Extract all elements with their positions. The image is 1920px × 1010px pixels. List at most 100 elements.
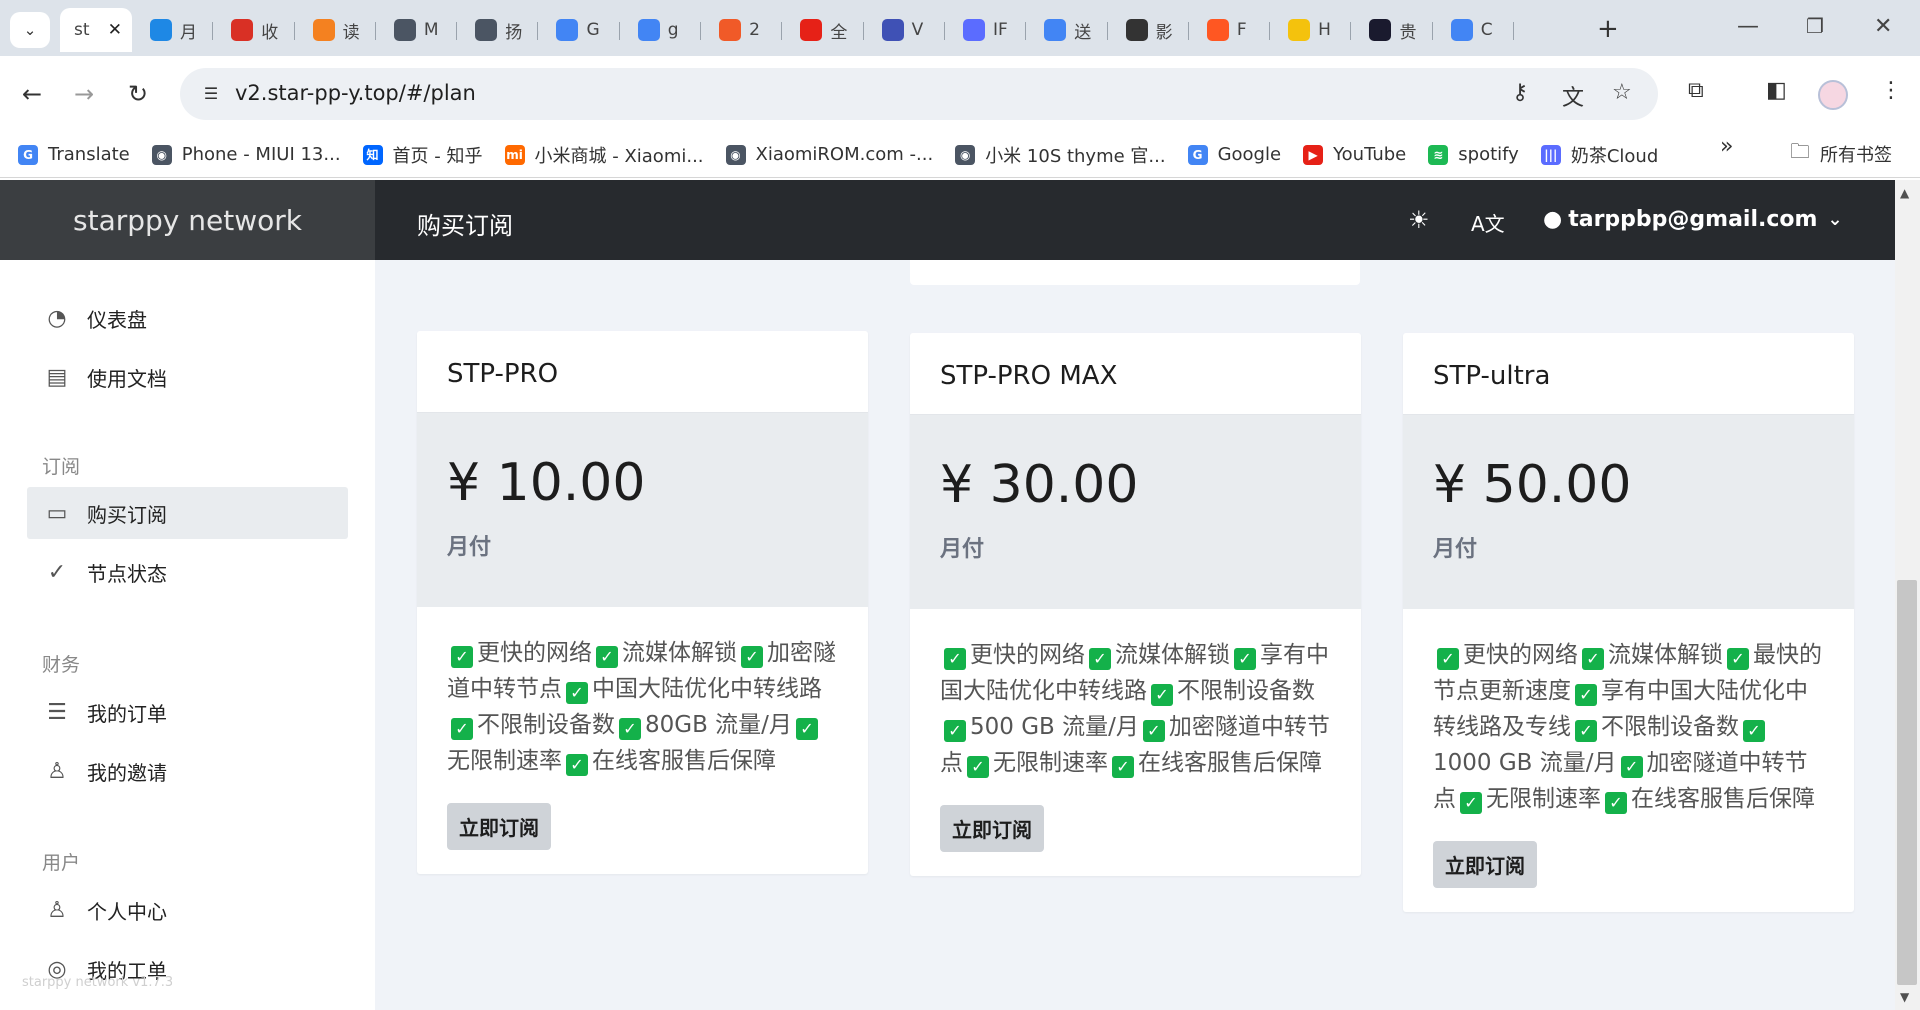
browser-tab[interactable]: 全 bbox=[782, 8, 864, 52]
bookmark-label: Phone - MIUI 13... bbox=[181, 144, 341, 165]
user-menu[interactable]: ● tarppbp@gmail.com ⌄ bbox=[1543, 207, 1843, 232]
scrollbar-thumb[interactable] bbox=[1897, 580, 1917, 985]
tab-label: 影 bbox=[1155, 22, 1173, 43]
password-key-icon[interactable]: ⚷ bbox=[1512, 80, 1528, 105]
bookmarks-overflow-icon[interactable]: » bbox=[1720, 134, 1733, 159]
previous-plan-card-bottom bbox=[910, 260, 1360, 285]
bookmark-label: XiaomiROM.com -... bbox=[755, 144, 934, 165]
checkmark-icon: ✓ bbox=[1437, 648, 1459, 670]
sidebar-item-docs[interactable]: ▤ 使用文档 bbox=[27, 351, 348, 403]
checkmark-icon: ✓ bbox=[1605, 792, 1627, 814]
menu-kebab-icon[interactable]: ⋮ bbox=[1880, 78, 1902, 103]
book-icon: ▤ bbox=[46, 364, 68, 390]
browser-tab[interactable]: M bbox=[376, 8, 458, 52]
browser-tab[interactable]: 收 bbox=[213, 8, 295, 52]
feature-text: 不限制设备数 bbox=[477, 712, 615, 738]
feature-text: 流媒体解锁 bbox=[1115, 642, 1230, 668]
app-brand[interactable]: starppy network bbox=[0, 180, 375, 260]
sidebar-item-profile[interactable]: ♙ 个人中心 bbox=[27, 884, 348, 936]
browser-tab[interactable]: G bbox=[538, 8, 620, 52]
browser-tab[interactable]: 贵 bbox=[1351, 8, 1433, 52]
profile-avatar[interactable] bbox=[1818, 80, 1848, 110]
browser-tab[interactable]: 影 bbox=[1108, 8, 1189, 52]
forward-button[interactable]: → bbox=[74, 80, 94, 108]
sidebar-item-buy-subscription[interactable]: ▭ 购买订阅 bbox=[27, 487, 348, 539]
url-text[interactable]: v2.star-pp-y.top/#/plan bbox=[235, 81, 476, 105]
subscribe-button[interactable]: 立即订阅 bbox=[447, 803, 551, 850]
bookmark-label: 小米商城 - Xiaomi... bbox=[534, 145, 704, 167]
all-bookmarks-folder[interactable]: 🗀 所有书签 bbox=[1790, 137, 1892, 171]
browser-tab[interactable]: C bbox=[1433, 8, 1515, 52]
checkmark-icon: ✓ bbox=[1234, 648, 1256, 670]
tab-label: IF bbox=[992, 20, 1008, 40]
browser-tab[interactable]: V bbox=[864, 8, 945, 52]
bookmark-item[interactable]: ◉ 小米 10S thyme 官... bbox=[955, 142, 1166, 168]
minimize-button[interactable]: — bbox=[1737, 14, 1759, 39]
bookmark-label: Google bbox=[1217, 144, 1282, 165]
tab-label: G bbox=[586, 20, 600, 40]
browser-tab[interactable]: 读 bbox=[295, 8, 376, 52]
sidebar-item-dashboard[interactable]: ◔ 仪表盘 bbox=[27, 292, 348, 344]
checkmark-icon: ✓ bbox=[1142, 720, 1165, 742]
sidebar-item-node-status[interactable]: ✓ 节点状态 bbox=[27, 546, 348, 598]
plan-price-block: ¥ 10.00 月付 bbox=[417, 413, 868, 607]
language-switch-icon[interactable]: A文 bbox=[1471, 208, 1505, 237]
page-title: 购买订阅 bbox=[417, 212, 513, 240]
bookmark-favicon-icon: G bbox=[18, 144, 38, 165]
bookmark-favicon-icon: G bbox=[1187, 144, 1208, 165]
browser-tab[interactable]: F bbox=[1189, 8, 1271, 52]
browser-tab[interactable]: 2 bbox=[701, 8, 783, 52]
tab-label: F bbox=[1236, 20, 1247, 40]
scroll-down-arrow-icon[interactable]: ▼ bbox=[1900, 990, 1909, 1004]
close-tab-icon[interactable]: ✕ bbox=[108, 20, 122, 40]
subscribe-button[interactable]: 立即订阅 bbox=[1433, 841, 1537, 888]
browser-tab[interactable]: g bbox=[620, 8, 702, 52]
scroll-up-arrow-icon[interactable]: ▲ bbox=[1900, 186, 1909, 200]
checkmark-icon: ✓ bbox=[1089, 648, 1111, 670]
new-tab-button[interactable]: + bbox=[1597, 14, 1619, 44]
browser-tab[interactable]: 送 bbox=[1026, 8, 1108, 52]
translate-icon[interactable]: 文 bbox=[1562, 80, 1584, 112]
bookmark-item[interactable]: 知首页 - 知乎 bbox=[362, 142, 483, 168]
chevron-down-icon: ⌄ bbox=[23, 21, 37, 39]
extensions-icon[interactable]: ⧉ bbox=[1688, 78, 1704, 103]
bookmark-star-icon[interactable]: ☆ bbox=[1612, 80, 1632, 105]
site-info-icon[interactable]: ☰ bbox=[198, 81, 224, 107]
user-email: tarppbp@gmail.com bbox=[1568, 207, 1818, 232]
browser-tab[interactable]: IF bbox=[945, 8, 1027, 52]
close-window-button[interactable]: ✕ bbox=[1874, 14, 1892, 39]
address-bar[interactable]: ☰ v2.star-pp-y.top/#/plan ⚷ 文 ☆ bbox=[180, 68, 1658, 120]
tab-active[interactable]: st ✕ bbox=[60, 8, 132, 52]
bookmark-item[interactable]: ||| 奶茶Cloud bbox=[1540, 142, 1658, 168]
bookmark-item[interactable]: ◉ Phone - MIUI 13... bbox=[151, 144, 341, 165]
reload-button[interactable]: ↻ bbox=[128, 80, 148, 108]
tab-favicon-icon bbox=[1450, 19, 1473, 41]
side-panel-icon[interactable]: ◧ bbox=[1766, 78, 1787, 103]
main-content: STP-PRO ¥ 10.00 月付 ✓ 更快的网络 ✓ 流媒体解锁 ✓ 加密隧道中转节点… bbox=[375, 260, 1895, 1010]
tab-favicon-icon bbox=[719, 19, 742, 41]
plan-name: STP-PRO MAX bbox=[910, 333, 1361, 415]
bookmark-item[interactable]: mi 小米商城 - Xiaomi... bbox=[504, 142, 704, 168]
bookmark-item[interactable]: ≋ spotify bbox=[1428, 144, 1519, 165]
subscribe-button[interactable]: 立即订阅 bbox=[940, 805, 1044, 852]
feature-text: 不限制设备数 bbox=[1601, 714, 1739, 740]
tab-search-button[interactable]: ⌄ bbox=[10, 12, 50, 48]
bookmark-item[interactable]: ◉ XiaomiROM.com -... bbox=[725, 144, 934, 165]
browser-tab[interactable]: 扬 bbox=[457, 8, 539, 52]
sidebar-heading-finance: 财务 bbox=[42, 654, 81, 676]
theme-toggle-icon[interactable]: ☀ bbox=[1408, 206, 1430, 234]
sidebar-item-invites[interactable]: ♙ 我的邀请 bbox=[27, 745, 348, 797]
browser-tab[interactable]: H bbox=[1270, 8, 1352, 52]
restore-button[interactable]: ❐ bbox=[1806, 14, 1824, 38]
user-icon: ♙ bbox=[47, 897, 67, 923]
bookmark-item[interactable]: ▶ YouTube bbox=[1303, 144, 1406, 165]
back-button[interactable]: ← bbox=[22, 80, 42, 108]
bookmark-label: YouTube bbox=[1333, 144, 1407, 165]
sidebar-item-orders[interactable]: ☰ 我的订单 bbox=[27, 686, 348, 738]
browser-tab[interactable]: 月 bbox=[132, 8, 214, 52]
bookmark-label: spotify bbox=[1458, 144, 1519, 165]
bookmark-item[interactable]: G Google bbox=[1187, 144, 1282, 165]
sidebar-item-label: 使用文档 bbox=[87, 366, 167, 391]
checkmark-icon: ✓ bbox=[1575, 720, 1597, 742]
bookmark-item[interactable]: G Translate bbox=[18, 144, 130, 165]
